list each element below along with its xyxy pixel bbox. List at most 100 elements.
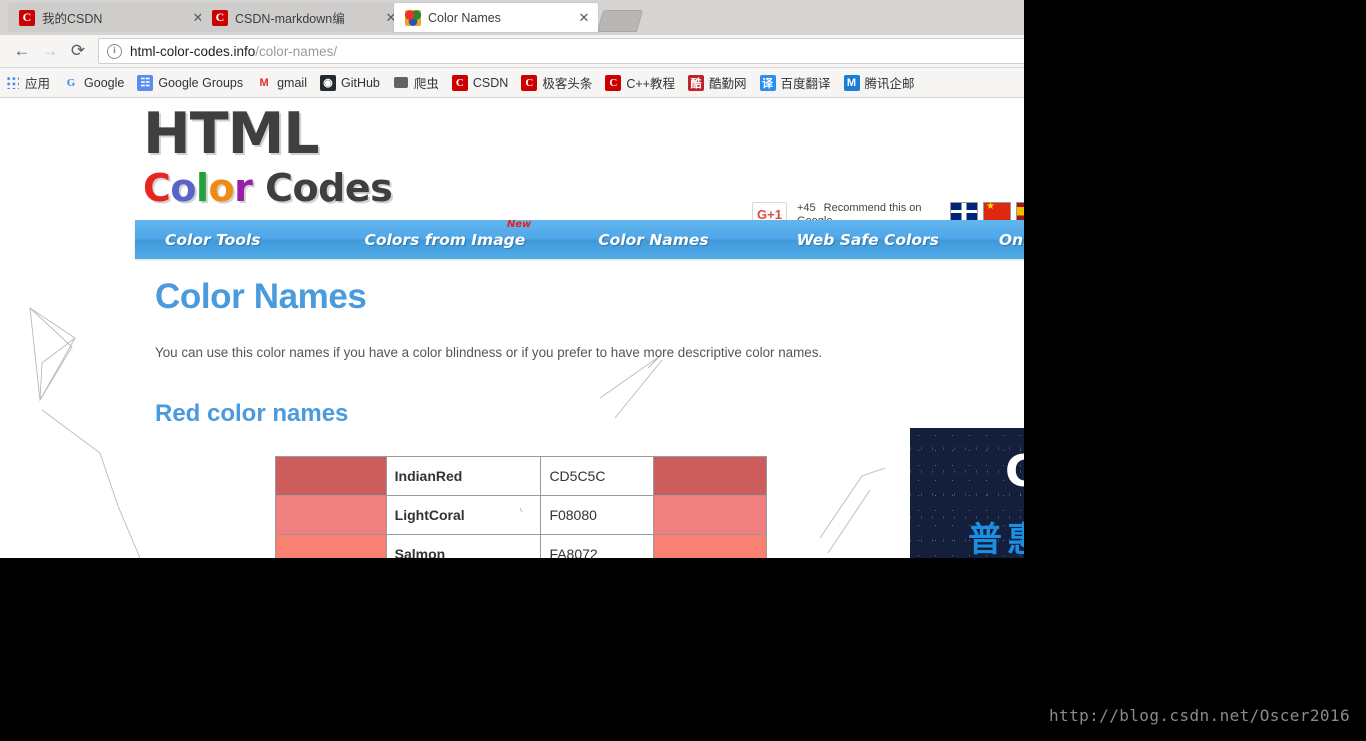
- site-info-icon[interactable]: i: [107, 43, 122, 59]
- site-navigation: Color Tools Colors from Image New Color …: [135, 219, 1024, 259]
- csdn-icon: C: [521, 74, 538, 91]
- color-hex: FA8072: [540, 534, 655, 558]
- color-hex: F08080: [540, 495, 655, 535]
- forward-button[interactable]: →: [36, 37, 64, 65]
- bookmark-csdn[interactable]: C CSDN: [451, 74, 509, 91]
- site-header: HTML Color Codes G+1 +45 Recommend this o…: [0, 98, 1024, 227]
- bookmark-label: 极客头条: [542, 77, 593, 91]
- color-swatch-right: [653, 456, 767, 496]
- bookmark-label: 酷勤网: [708, 77, 747, 91]
- table-row[interactable]: Salmon FA8072: [275, 534, 767, 558]
- google-plus-count: +45: [797, 202, 816, 214]
- flag-spain-icon[interactable]: [1016, 202, 1024, 221]
- url-host: html-color-codes.info: [130, 43, 256, 59]
- nav-color-tools[interactable]: Color Tools: [165, 231, 260, 249]
- baidu-fanyi-icon: 译: [759, 74, 776, 91]
- url-path: /color-names/: [255, 43, 338, 59]
- nav-label: Colors from Image: [364, 230, 526, 249]
- logo-line-html: HTML: [143, 101, 320, 167]
- nav-online-html-editor[interactable]: Online HTML Edito: [999, 231, 1024, 249]
- bookmark-label: C++教程: [626, 77, 675, 91]
- ad-brand-mark: C: [1005, 446, 1024, 497]
- bookmark-label: 百度翻译: [780, 77, 831, 91]
- color-name: LightCoral: [385, 495, 542, 535]
- nav-label: Web Safe Colors: [796, 230, 939, 249]
- bookmark-google-groups[interactable]: ☷ Google Groups: [137, 74, 244, 91]
- language-flags: [950, 201, 1024, 221]
- bookmark-crawler-folder[interactable]: 爬虫: [393, 73, 439, 92]
- ad-line-1: 普惠: [968, 521, 1024, 558]
- bookmark-kuqin[interactable]: 酷 酷勤网: [687, 73, 747, 92]
- csdn-icon: C: [451, 74, 468, 91]
- logo-line-color-codes: Color Codes: [143, 166, 393, 210]
- table-row[interactable]: LightCoral F08080: [275, 495, 767, 535]
- tab-close-button[interactable]: ✕: [576, 10, 592, 26]
- browser-tab-1[interactable]: C 我的CSDN ✕: [8, 3, 212, 32]
- address-bar[interactable]: i html-color-codes.info /color-names/: [98, 38, 1024, 64]
- nav-label: Online HTML Edito: [998, 230, 1024, 249]
- page-viewport: HTML Color Codes G+1 +45 Recommend this o…: [0, 98, 1024, 558]
- back-button[interactable]: ←: [8, 37, 36, 65]
- color-swatch-right: [653, 534, 767, 558]
- flag-china-icon[interactable]: [983, 201, 1011, 221]
- csdn-icon: C: [605, 74, 622, 91]
- color-swatch-right: [653, 495, 767, 535]
- bookmark-github[interactable]: ◉ GitHub: [319, 74, 380, 91]
- bookmark-tencent-mail[interactable]: M 腾讯企邮: [843, 73, 915, 92]
- bookmark-label: 爬虫: [413, 77, 439, 91]
- browser-tab-2[interactable]: C CSDN-markdown编 ✕: [201, 3, 405, 32]
- browser-tab-3[interactable]: Color Names ✕: [394, 3, 598, 32]
- folder-icon: [393, 75, 409, 91]
- tab-title: Color Names: [428, 10, 501, 25]
- section-heading-red: Red color names: [155, 400, 349, 427]
- bookmark-label: 腾讯企邮: [864, 77, 915, 91]
- color-names-table: IndianRed CD5C5C LightCoral F08080 Salmo…: [275, 456, 767, 558]
- bookmark-gmail[interactable]: M gmail: [256, 75, 307, 91]
- csdn-icon: C: [212, 9, 228, 26]
- bookmark-baidu-fanyi[interactable]: 译 百度翻译: [759, 73, 831, 92]
- gmail-icon: M: [259, 76, 269, 89]
- nav-colors-from-image[interactable]: Colors from Image New: [364, 219, 531, 249]
- reload-button[interactable]: ⟳: [64, 37, 92, 65]
- bookmark-label: 应用: [25, 77, 51, 91]
- apps-grid-icon: [6, 76, 19, 89]
- page-intro-text: You can use this color names if you have…: [155, 345, 823, 360]
- bookmark-geek-headline[interactable]: C 极客头条: [521, 73, 592, 92]
- page-content: Color Names You can use this color names…: [155, 259, 1015, 558]
- tab-strip: C 我的CSDN ✕ C CSDN-markdown编 ✕ Color Name…: [0, 0, 1024, 35]
- google-groups-icon: ☷: [137, 74, 154, 91]
- color-swatch-left: [275, 534, 387, 558]
- nav-label: Color Tools: [165, 230, 261, 249]
- github-icon: ◉: [319, 74, 336, 91]
- nav-color-names[interactable]: Color Names: [598, 231, 708, 249]
- browser-window: C 我的CSDN ✕ C CSDN-markdown编 ✕ Color Name…: [0, 0, 1024, 558]
- bookmark-label: Google Groups: [158, 75, 244, 90]
- bookmark-label: gmail: [277, 75, 307, 90]
- color-name: Salmon: [385, 534, 542, 558]
- kuqin-icon: 酷: [687, 74, 704, 91]
- flag-uk-icon[interactable]: [950, 202, 978, 221]
- color-wheel-icon: [405, 9, 421, 26]
- new-tab-button[interactable]: [596, 10, 644, 32]
- nav-label: Color Names: [598, 230, 709, 249]
- browser-toolbar: ← → ⟳ i html-color-codes.info /color-nam…: [0, 35, 1024, 68]
- bookmark-apps[interactable]: 应用: [6, 73, 50, 92]
- bookmark-label: GitHub: [340, 75, 380, 90]
- nav-web-safe-colors[interactable]: Web Safe Colors: [797, 231, 939, 249]
- site-logo[interactable]: HTML Color Codes: [143, 101, 393, 210]
- tencent-mail-icon: M: [843, 74, 860, 91]
- bookmarks-bar: 应用 G Google ☷ Google Groups M gmail ◉ Gi…: [0, 68, 1024, 98]
- bookmark-cpp-tutorial[interactable]: C C++教程: [605, 73, 675, 92]
- bookmark-google[interactable]: G Google: [63, 75, 125, 91]
- csdn-icon: C: [19, 9, 35, 26]
- color-swatch-left: [275, 495, 387, 535]
- tab-title: CSDN-markdown编: [235, 12, 345, 26]
- bookmark-label: CSDN: [472, 75, 509, 90]
- table-row[interactable]: IndianRed CD5C5C: [275, 456, 767, 496]
- page-title: Color Names: [155, 277, 367, 316]
- color-hex: CD5C5C: [540, 456, 655, 496]
- website-content: HTML Color Codes G+1 +45 Recommend this o…: [0, 98, 1024, 558]
- advertisement-banner[interactable]: C 普惠 云服 器: [910, 428, 1024, 558]
- bookmark-label: Google: [84, 75, 125, 90]
- google-icon: G: [66, 76, 76, 89]
